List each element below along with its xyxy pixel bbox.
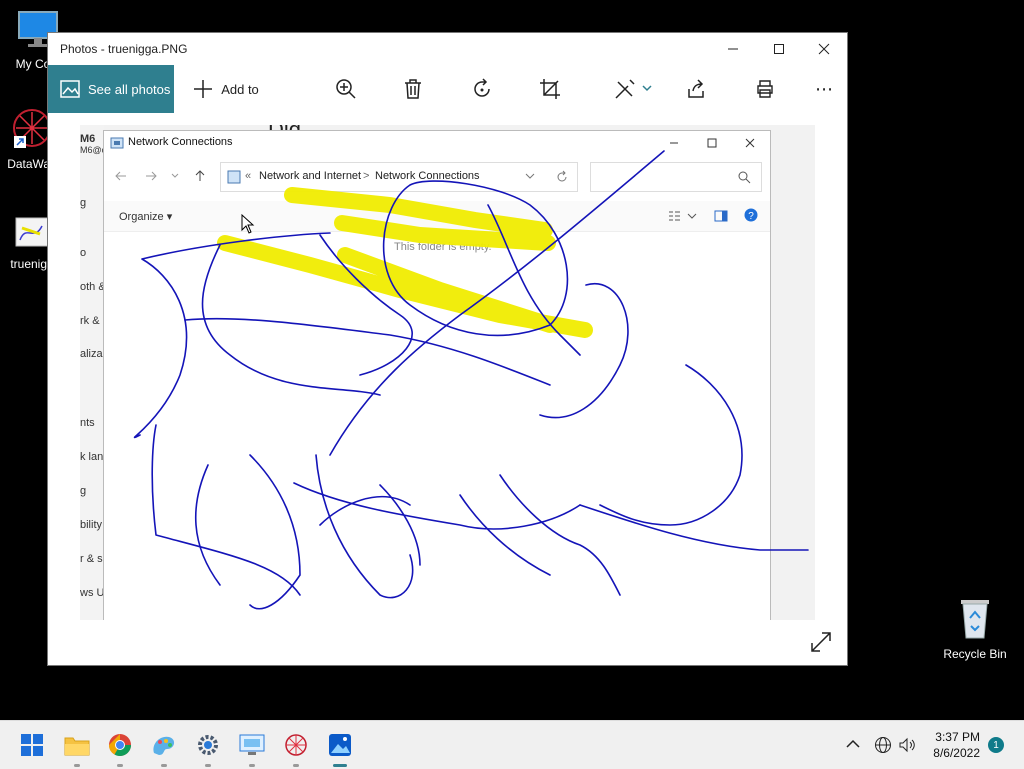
printer-icon <box>757 80 773 98</box>
start-button[interactable] <box>16 729 48 761</box>
desktop-icon-recycle-bin[interactable]: Recycle Bin <box>939 596 1011 661</box>
add-to-label: Add to <box>221 81 259 97</box>
see-all-photos-button[interactable]: See all photos <box>48 65 174 113</box>
plus-icon <box>194 80 213 98</box>
photo-viewer-area: M6 M6@c g o oth & rk & aliza nts k lan g … <box>48 113 847 665</box>
share-icon <box>688 79 704 98</box>
more-icon: ⋯ <box>815 78 833 99</box>
trash-icon <box>405 79 421 99</box>
windows-logo-icon <box>21 734 43 756</box>
expand-icon <box>811 632 831 652</box>
zoom-in-icon <box>336 79 356 99</box>
yellow-highlighter-strokes <box>217 187 593 338</box>
delete-button[interactable] <box>395 65 431 113</box>
running-indicator <box>293 764 299 767</box>
rotate-icon <box>474 78 490 97</box>
taskbar: 3:37 PM 8/6/2022 1 <box>0 720 1024 769</box>
see-all-photos-label: See all photos <box>88 81 171 97</box>
add-to-button[interactable]: Add to <box>186 65 266 113</box>
chevron-up-icon <box>846 739 860 748</box>
image-file-icon <box>15 217 49 247</box>
running-indicator <box>74 764 80 767</box>
active-indicator <box>333 764 347 767</box>
running-indicator <box>161 764 167 767</box>
speaker-icon <box>899 737 915 753</box>
zoom-button[interactable] <box>328 65 364 113</box>
title-bar[interactable]: Photos - truenigga.PNG <box>48 33 847 65</box>
displayed-photo: M6 M6@c g o oth & rk & aliza nts k lan g … <box>80 125 815 620</box>
more-options-button[interactable]: ⋯ <box>806 65 842 113</box>
running-indicator <box>205 764 211 767</box>
datawag-icon <box>285 734 307 756</box>
desktop-icon-label: Recycle Bin <box>943 647 1007 661</box>
taskbar-settings[interactable] <box>192 729 224 767</box>
edit-tools-icon <box>615 79 635 99</box>
minimize-icon <box>728 48 738 50</box>
taskbar-file-explorer[interactable] <box>61 729 93 767</box>
globe-icon <box>875 737 891 753</box>
crop-button[interactable] <box>532 65 568 113</box>
gallery-icon <box>60 80 80 98</box>
photos-toolbar: See all photos Add to ⋯ <box>48 65 847 113</box>
running-indicator <box>249 764 255 767</box>
clock[interactable]: 3:37 PM 8/6/2022 <box>933 729 980 761</box>
rotate-button[interactable] <box>464 65 500 113</box>
chrome-icon <box>109 734 131 756</box>
mouse-cursor-icon <box>241 214 255 234</box>
show-hidden-icons-button[interactable] <box>846 737 860 755</box>
print-button[interactable] <box>747 65 783 113</box>
close-button[interactable] <box>801 33 847 65</box>
recycle-bin-icon <box>961 600 989 639</box>
ink-scribble-overlay <box>133 150 809 610</box>
maximize-icon <box>774 44 784 54</box>
taskbar-photos-active[interactable] <box>324 729 356 767</box>
chevron-down-icon <box>642 85 652 92</box>
clock-date: 8/6/2022 <box>933 746 980 760</box>
minimize-button[interactable] <box>710 33 756 65</box>
folder-icon <box>64 737 90 756</box>
gear-icon <box>198 735 218 755</box>
volume-control[interactable] <box>898 736 916 759</box>
taskbar-datawag[interactable] <box>280 729 312 767</box>
close-icon <box>818 43 830 55</box>
taskbar-network-monitor[interactable] <box>236 729 268 767</box>
window-title: Photos - truenigga.PNG <box>60 42 188 56</box>
maximize-button[interactable] <box>756 33 802 65</box>
fullscreen-button[interactable] <box>810 631 832 658</box>
notification-badge[interactable]: 1 <box>988 737 1004 753</box>
taskbar-chrome[interactable] <box>104 729 136 767</box>
photos-window: Photos - truenigga.PNG See all photos Ad… <box>48 33 847 665</box>
crop-icon <box>540 79 560 99</box>
paint-icon <box>153 736 175 755</box>
monitor-icon <box>239 734 265 755</box>
photos-icon <box>329 734 351 756</box>
edit-button[interactable] <box>608 65 658 113</box>
running-indicator <box>117 764 123 767</box>
taskbar-paint[interactable] <box>148 729 180 767</box>
network-status[interactable] <box>874 736 892 759</box>
share-button[interactable] <box>678 65 714 113</box>
clock-time: 3:37 PM <box>935 730 980 744</box>
